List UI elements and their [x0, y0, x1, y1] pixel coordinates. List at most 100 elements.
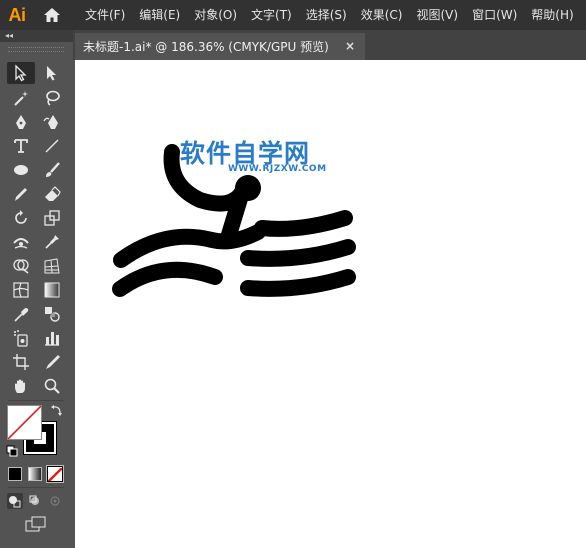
- shape-builder-tool[interactable]: [7, 255, 35, 277]
- artwork-wave-1[interactable]: [113, 224, 266, 268]
- shape-builder-tool-icon: [13, 259, 29, 274]
- lasso-tool-icon: [46, 90, 60, 106]
- paintbrush-tool[interactable]: [38, 159, 66, 181]
- type-tool-icon: [14, 139, 28, 153]
- column-graph-tool-icon: [45, 332, 59, 346]
- puppet-warp-tool[interactable]: [38, 231, 66, 253]
- none-mode-button[interactable]: [46, 465, 64, 483]
- draw-behind-button[interactable]: [27, 493, 43, 509]
- lasso-tool[interactable]: [38, 87, 66, 109]
- app-logo: Ai: [8, 4, 27, 25]
- menu-effect[interactable]: 效果(C): [354, 0, 410, 30]
- swap-fill-stroke-icon[interactable]: [50, 404, 63, 417]
- default-fill-stroke-icon[interactable]: [6, 445, 19, 458]
- panel-grip[interactable]: [8, 47, 64, 52]
- artboard-tool-icon: [13, 354, 29, 370]
- rotate-tool[interactable]: [7, 207, 35, 229]
- draw-inside-icon: [50, 496, 60, 506]
- tools-panel: ◂◂: [0, 30, 73, 548]
- draw-inside-button[interactable]: [47, 493, 63, 509]
- slice-tool[interactable]: [38, 351, 66, 373]
- home-icon: [44, 8, 60, 22]
- gradient-tool-icon: [44, 282, 60, 298]
- perspective-grid-tool[interactable]: [38, 255, 66, 277]
- menu-object[interactable]: 对象(O): [187, 0, 244, 30]
- document-tab-title: 未标题-1.ai* @ 186.36% (CMYK/GPU 预览): [83, 40, 329, 54]
- selection-tool-icon: [15, 64, 27, 82]
- artwork-wave-5[interactable]: [240, 269, 356, 297]
- panel-collapse-bar[interactable]: ◂◂: [0, 30, 73, 42]
- hand-tool[interactable]: [7, 375, 35, 397]
- perspective-grid-tool-icon: [44, 258, 60, 274]
- color-mode-button[interactable]: [8, 467, 22, 481]
- draw-normal-icon: [9, 496, 21, 508]
- no-fill-slash-icon: [8, 406, 41, 439]
- divider: [8, 400, 64, 401]
- blend-tool[interactable]: [38, 303, 66, 325]
- magic-wand-tool[interactable]: [7, 87, 35, 109]
- pencil-tool-icon: [15, 188, 27, 201]
- ellipse-tool[interactable]: [7, 159, 35, 181]
- scale-tool[interactable]: [38, 207, 66, 229]
- width-tool-icon: [13, 238, 29, 249]
- selection-tool[interactable]: [7, 62, 35, 84]
- gradient-tool[interactable]: [38, 279, 66, 301]
- hand-tool-icon: [15, 379, 25, 393]
- document-tab[interactable]: 未标题-1.ai* @ 186.36% (CMYK/GPU 预览) ×: [75, 33, 365, 60]
- pencil-tool[interactable]: [7, 183, 35, 205]
- zoom-tool-icon: [44, 378, 60, 394]
- direct-selection-tool[interactable]: [38, 62, 66, 84]
- menu-file[interactable]: 文件(F): [78, 0, 132, 30]
- column-graph-tool[interactable]: [38, 327, 66, 349]
- artwork-wave-3[interactable]: [254, 210, 353, 237]
- line-segment-tool-icon: [45, 139, 59, 153]
- menu-help[interactable]: 帮助(H): [524, 0, 580, 30]
- menu-edit[interactable]: 编辑(E): [132, 0, 187, 30]
- ellipse-tool-icon: [14, 165, 28, 175]
- paintbrush-tool-icon: [46, 162, 60, 177]
- collapse-icon[interactable]: ◂◂: [5, 30, 13, 42]
- slice-tool-icon: [46, 355, 60, 369]
- fill-color-swatch[interactable]: [7, 405, 42, 440]
- curvature-tool[interactable]: [38, 111, 66, 133]
- puppet-warp-tool-icon: [45, 235, 59, 249]
- eraser-tool-icon: [45, 186, 61, 201]
- menu-view[interactable]: 视图(V): [409, 0, 465, 30]
- zoom-tool[interactable]: [38, 375, 66, 397]
- artboard-canvas[interactable]: 软件自学网 WWW.RJZXW.COM: [75, 60, 586, 548]
- line-segment-tool[interactable]: [38, 135, 66, 157]
- home-button[interactable]: [34, 0, 70, 30]
- screen-mode-icon: [25, 516, 46, 532]
- rotate-tool-icon: [15, 210, 27, 224]
- pen-tool-icon: [16, 115, 26, 129]
- pen-tool[interactable]: [7, 111, 35, 133]
- watermark-subtitle: WWW.RJZXW.COM: [228, 164, 327, 174]
- eraser-tool[interactable]: [38, 183, 66, 205]
- mesh-tool[interactable]: [7, 279, 35, 301]
- artwork-wave-4[interactable]: [240, 239, 356, 267]
- artwork-wave-2[interactable]: [112, 261, 223, 297]
- eyedropper-tool-icon: [14, 308, 29, 322]
- divider: [8, 487, 64, 488]
- none-slash-icon: [48, 467, 62, 481]
- blend-tool-icon: [45, 307, 60, 322]
- draw-behind-icon: [29, 495, 39, 505]
- magic-wand-tool-icon: [14, 91, 28, 106]
- mesh-tool-icon: [13, 282, 29, 298]
- artwork[interactable]: [75, 60, 586, 548]
- menu-window[interactable]: 窗口(W): [465, 0, 524, 30]
- menu-select[interactable]: 选择(S): [299, 0, 354, 30]
- gradient-mode-button[interactable]: [28, 467, 42, 481]
- menu-type[interactable]: 文字(T): [244, 0, 299, 30]
- eyedropper-tool[interactable]: [7, 303, 35, 325]
- draw-normal-button[interactable]: [7, 493, 23, 509]
- artboard-tool[interactable]: [7, 351, 35, 373]
- symbol-sprayer-tool[interactable]: [7, 327, 35, 349]
- direct-selection-tool-icon: [47, 66, 56, 81]
- screen-mode-button[interactable]: [25, 516, 47, 532]
- close-tab-icon[interactable]: ×: [345, 39, 355, 53]
- symbol-sprayer-tool-icon: [14, 330, 28, 347]
- type-tool[interactable]: [7, 135, 35, 157]
- width-tool[interactable]: [7, 231, 35, 253]
- menu-bar: Ai 文件(F) 编辑(E) 对象(O) 文字(T) 选择(S) 效果(C) 视…: [0, 0, 586, 30]
